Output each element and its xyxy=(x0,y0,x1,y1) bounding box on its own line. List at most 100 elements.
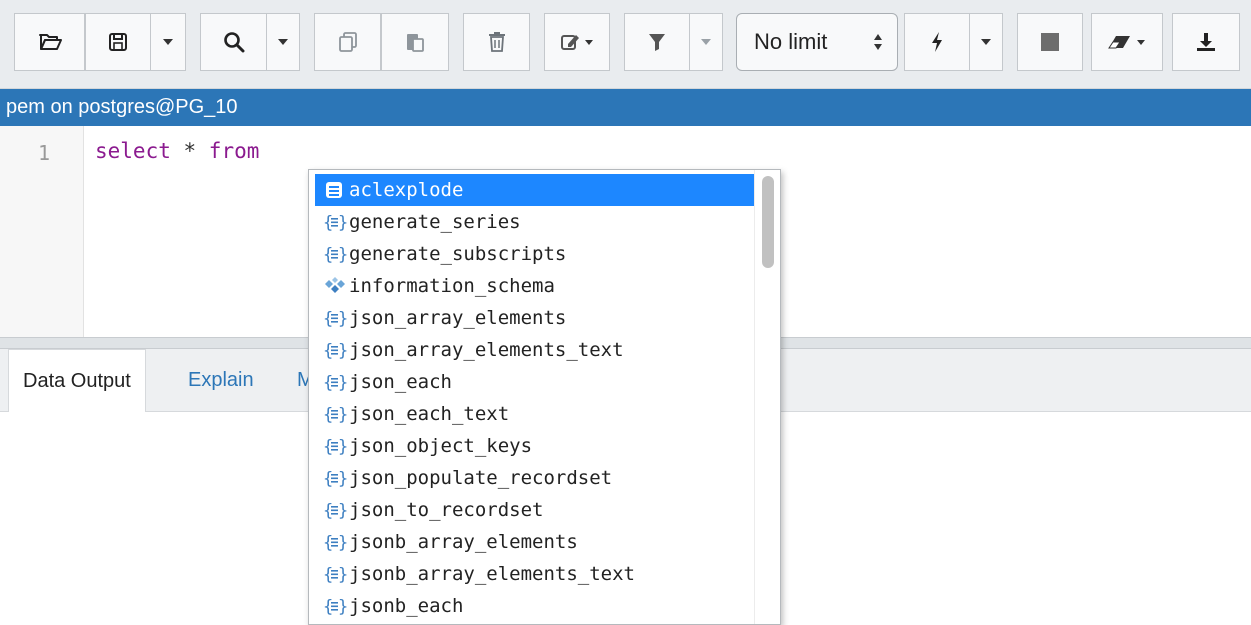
function-icon: {} xyxy=(323,339,348,361)
autocomplete-item[interactable]: {}json_array_elements_text xyxy=(315,334,755,366)
function-icon: {} xyxy=(323,595,348,617)
keyword-select: select xyxy=(95,139,171,163)
stop-icon xyxy=(1040,32,1060,52)
row-limit-select[interactable]: No limit xyxy=(736,13,898,71)
search-icon xyxy=(223,31,245,53)
svg-text:}: } xyxy=(338,245,347,265)
function-icon: {} xyxy=(323,371,348,393)
autocomplete-item-label: json_populate_recordset xyxy=(349,467,613,489)
table-function-icon xyxy=(323,179,347,201)
function-icon: {} xyxy=(323,403,348,425)
edit-button[interactable] xyxy=(544,13,610,71)
edit-icon xyxy=(560,32,594,52)
paste-icon xyxy=(404,31,426,53)
autocomplete-item-label: jsonb_each xyxy=(349,595,464,617)
autocomplete-item[interactable]: {}json_each xyxy=(315,366,755,398)
autocomplete-item[interactable]: {}json_populate_recordset xyxy=(315,462,755,494)
svg-text:}: } xyxy=(338,437,347,457)
autocomplete-item[interactable]: {}json_to_recordset xyxy=(315,494,755,526)
svg-text:}: } xyxy=(338,405,347,425)
execute-button[interactable] xyxy=(904,13,970,71)
autocomplete-item-label: jsonb_array_elements xyxy=(349,531,578,553)
tab-explain[interactable]: Explain xyxy=(174,349,268,412)
function-icon: {} xyxy=(323,467,348,489)
find-dropdown-toggle[interactable] xyxy=(267,13,300,71)
copy-icon xyxy=(337,31,359,53)
code-line[interactable]: select * from xyxy=(95,139,259,163)
tab-label: Explain xyxy=(188,369,254,391)
autocomplete-item[interactable]: {}json_object_keys xyxy=(315,430,755,462)
svg-text:}: } xyxy=(338,341,347,361)
autocomplete-item[interactable]: aclexplode xyxy=(315,174,755,206)
download-button[interactable] xyxy=(1172,13,1240,71)
save-icon xyxy=(108,32,128,52)
svg-text:}: } xyxy=(338,469,347,489)
tab-data-output[interactable]: Data Output xyxy=(8,349,146,413)
folder-open-icon xyxy=(38,32,62,52)
select-arrows-icon xyxy=(873,31,883,53)
svg-text:}: } xyxy=(338,309,347,329)
chevron-down-icon xyxy=(163,39,173,45)
autocomplete-item-label: json_array_elements xyxy=(349,307,567,329)
autocomplete-scrollbar[interactable] xyxy=(754,170,780,624)
autocomplete-item-label: generate_series xyxy=(349,211,521,233)
connection-label: pem on postgres@PG_10 xyxy=(6,96,238,118)
query-toolbar: No limit xyxy=(0,0,1251,89)
autocomplete-item[interactable]: {}generate_subscripts xyxy=(315,238,755,270)
autocomplete-item-label: json_array_elements_text xyxy=(349,339,624,361)
download-icon xyxy=(1195,31,1217,53)
open-file-button[interactable] xyxy=(14,13,85,71)
connection-bar: pem on postgres@PG_10 xyxy=(0,89,1251,126)
row-limit-value: No limit xyxy=(754,29,828,54)
copy-button[interactable] xyxy=(314,13,381,71)
autocomplete-item-label: aclexplode xyxy=(349,179,464,201)
clear-button[interactable] xyxy=(1091,13,1163,71)
stop-button[interactable] xyxy=(1017,13,1083,71)
autocomplete-item-label: information_schema xyxy=(349,275,555,297)
filter-button[interactable] xyxy=(624,13,690,71)
save-dropdown-toggle[interactable] xyxy=(151,13,186,71)
autocomplete-item[interactable]: {}jsonb_array_elements_text xyxy=(315,558,755,590)
execute-dropdown-toggle[interactable] xyxy=(970,13,1003,71)
svg-text:}: } xyxy=(338,373,347,393)
autocomplete-item[interactable]: {}generate_series xyxy=(315,206,755,238)
function-icon: {} xyxy=(323,499,348,521)
operator-star: * xyxy=(170,139,209,163)
eraser-icon xyxy=(1107,32,1147,52)
autocomplete-item[interactable]: {}json_each_text xyxy=(315,398,755,430)
chevron-down-icon xyxy=(701,39,711,45)
svg-text:}: } xyxy=(338,501,347,521)
paste-button[interactable] xyxy=(381,13,449,71)
scrollbar-thumb[interactable] xyxy=(762,176,774,268)
autocomplete-item-label: json_object_keys xyxy=(349,435,533,457)
save-button[interactable] xyxy=(85,13,151,71)
autocomplete-item-label: json_each xyxy=(349,371,452,393)
svg-text:}: } xyxy=(338,565,347,585)
function-icon: {} xyxy=(323,307,348,329)
autocomplete-item-label: json_each_text xyxy=(349,403,510,425)
function-icon: {} xyxy=(323,243,348,265)
function-icon: {} xyxy=(323,563,348,585)
lightning-icon xyxy=(930,31,944,53)
line-number-gutter: 1 xyxy=(0,126,84,338)
function-icon: {} xyxy=(323,435,348,457)
svg-text:}: } xyxy=(338,213,347,233)
autocomplete-item[interactable]: {}jsonb_each xyxy=(315,590,755,622)
autocomplete-dropdown: aclexplode{}generate_series{}generate_su… xyxy=(308,169,781,625)
autocomplete-item-label: json_to_recordset xyxy=(349,499,544,521)
svg-text:}: } xyxy=(338,533,347,553)
filter-icon xyxy=(648,32,666,52)
autocomplete-item[interactable]: {}json_array_elements xyxy=(315,302,755,334)
line-number: 1 xyxy=(38,141,51,165)
autocomplete-item[interactable]: information_schema xyxy=(315,270,755,302)
svg-text:}: } xyxy=(338,597,347,617)
chevron-down-icon xyxy=(981,39,991,45)
autocomplete-item[interactable]: {}jsonb_array_elements xyxy=(315,526,755,558)
find-button[interactable] xyxy=(200,13,267,71)
function-icon: {} xyxy=(323,211,348,233)
delete-button[interactable] xyxy=(463,13,530,71)
function-icon: {} xyxy=(323,531,348,553)
filter-dropdown-toggle[interactable] xyxy=(690,13,723,71)
autocomplete-item-label: jsonb_array_elements_text xyxy=(349,563,635,585)
trash-icon xyxy=(488,31,506,53)
